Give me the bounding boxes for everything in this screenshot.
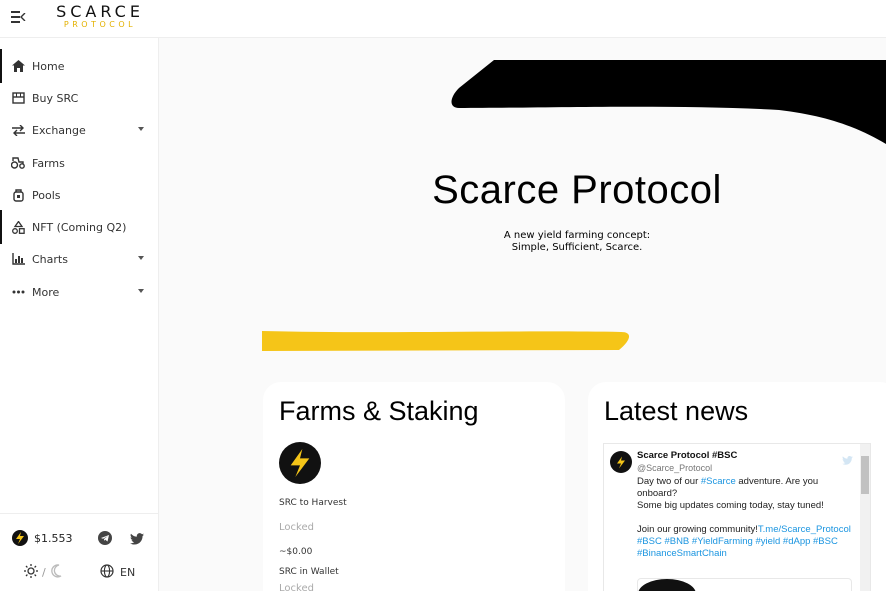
harvest-value: Locked [279, 522, 314, 533]
sidebar-item-label: More [32, 285, 60, 299]
sidebar-item-buy-src[interactable]: Buy SRC [0, 83, 158, 113]
theme-toggle[interactable]: / [24, 564, 62, 581]
token-price[interactable]: $1.553 [12, 530, 73, 546]
harvest-usd: ~$0.00 [279, 547, 313, 557]
avatar[interactable] [610, 451, 632, 473]
chevron-down-icon [138, 289, 144, 293]
hashtag-link[interactable]: #BSC #BNB #YieldFarming #yield #dApp #BS… [637, 536, 857, 548]
hero-title: Scarce Protocol [432, 168, 722, 212]
src-token-logo [279, 442, 321, 484]
scrollbar[interactable] [860, 444, 870, 591]
chevron-down-icon [138, 256, 144, 260]
shapes-icon [11, 220, 25, 234]
twitter-icon[interactable] [130, 530, 144, 545]
hashtag-link[interactable]: #Scarce [701, 476, 736, 487]
sidebar-item-label: Pools [32, 188, 61, 202]
sidebar-footer: $1.553 / EN [0, 513, 158, 591]
sidebar-item-label: Exchange [32, 123, 86, 137]
hashtag-link[interactable]: #BinanceSmartChain [637, 548, 857, 560]
tractor-icon [11, 156, 25, 170]
media-thumbnail [638, 579, 696, 591]
sidebar-item-more[interactable]: More [0, 277, 158, 307]
menu-collapse-icon[interactable] [11, 11, 26, 23]
home-icon [11, 59, 25, 73]
tweet-text: Day two of our [637, 476, 701, 487]
card-title: Latest news [604, 396, 749, 426]
sidebar-item-pools[interactable]: Pools [0, 180, 158, 210]
wallet-label: SRC in Wallet [279, 567, 339, 577]
tweet-text: Some big updates coming today, stay tune… [637, 500, 824, 511]
sidebar: Home Buy SRC Exchange Farms Pools NFT (C… [0, 38, 159, 591]
telegram-link[interactable]: T.me/Scarce_Protocol [758, 524, 851, 535]
tweet-author-handle[interactable]: @Scarce_Protocol [637, 463, 712, 473]
chart-icon [11, 252, 25, 266]
hero-yellow-stroke [262, 331, 630, 351]
logo-sub-text: PROTOCOL [63, 20, 137, 29]
top-header: SCARCE PROTOCOL [0, 0, 886, 38]
sidebar-item-exchange[interactable]: Exchange [0, 115, 158, 145]
sidebar-item-label: Buy SRC [32, 91, 79, 105]
language-label: EN [120, 566, 136, 579]
scrollbar-thumb[interactable] [861, 456, 869, 494]
store-icon [11, 91, 25, 105]
swap-icon [11, 123, 25, 137]
language-selector[interactable]: EN [100, 564, 135, 581]
hero-subtitle-line2: Simple, Sufficient, Scarce. [511, 242, 643, 253]
hero-black-stroke [451, 60, 886, 144]
harvest-label: SRC to Harvest [279, 498, 347, 508]
src-token-icon [12, 530, 28, 546]
sidebar-item-charts[interactable]: Charts [0, 244, 158, 274]
sun-icon[interactable] [24, 564, 38, 581]
tweet-text: onboard? [637, 488, 678, 499]
tweet-text: adventure. Are you [735, 476, 819, 487]
sidebar-item-home[interactable]: Home [0, 49, 158, 83]
price-value: $1.553 [34, 531, 73, 545]
chevron-down-icon [138, 127, 144, 131]
moon-icon[interactable] [50, 564, 62, 581]
tweet-media-card[interactable] [637, 578, 852, 591]
sidebar-item-nft[interactable]: NFT (Coming Q2) [0, 210, 158, 244]
hero-subtitle: A new yield farming concept: Simple, Suf… [159, 230, 886, 254]
sidebar-item-label: Farms [32, 156, 65, 170]
card-title: Farms & Staking [279, 396, 479, 426]
twitter-timeline[interactable]: Scarce Protocol #BSC @Scarce_Protocol Da… [603, 443, 871, 591]
sidebar-item-farms[interactable]: Farms [0, 148, 158, 178]
telegram-icon[interactable] [98, 530, 112, 545]
tweet-body: Day two of our #Scarce adventure. Are yo… [637, 476, 857, 560]
theme-separator: / [42, 566, 46, 579]
globe-icon [100, 564, 114, 581]
twitter-bird-icon[interactable] [842, 452, 853, 470]
sidebar-item-label: Charts [32, 252, 68, 266]
more-icon [11, 285, 25, 299]
wallet-value: Locked [279, 583, 314, 591]
main-content: Scarce Protocol A new yield farming conc… [159, 38, 886, 591]
logo-main-text: SCARCE [56, 2, 144, 21]
tweet-author-name[interactable]: Scarce Protocol #BSC [637, 450, 737, 461]
farms-staking-card: Farms & Staking SRC to Harvest Locked ~$… [263, 382, 565, 591]
tweet-text: Join our growing community! [637, 524, 758, 535]
sidebar-item-label: Home [32, 59, 65, 73]
pool-icon [11, 188, 25, 202]
brand-logo[interactable]: SCARCE PROTOCOL [50, 2, 150, 30]
latest-news-card: Latest news Scarce Protocol #BSC @Scarce… [588, 382, 886, 591]
hero-subtitle-line1: A new yield farming concept: [503, 230, 651, 241]
sidebar-item-label: NFT (Coming Q2) [32, 220, 127, 234]
